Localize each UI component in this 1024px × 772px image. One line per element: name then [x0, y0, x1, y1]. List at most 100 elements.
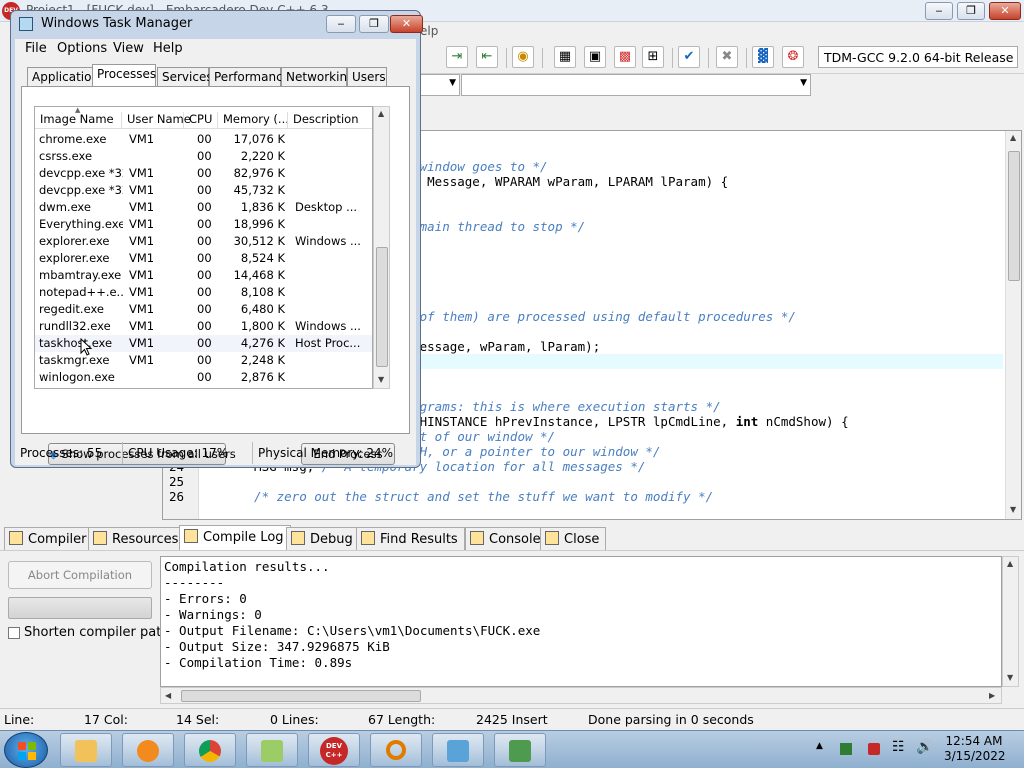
menu-view[interactable]: View — [113, 41, 144, 56]
process-row[interactable]: csrss.exe 00 2,220 K — [35, 148, 372, 165]
taskbar-media-player[interactable] — [122, 733, 174, 767]
abort-compilation-button[interactable]: Abort Compilation — [8, 561, 152, 589]
tab-performance[interactable]: Performance — [209, 67, 290, 87]
process-name: csrss.exe — [39, 149, 93, 163]
debug-bug-icon[interactable]: ❂ — [782, 46, 804, 68]
process-row[interactable]: rundll32.exe VM1 00 1,800 K Windows ... — [35, 318, 372, 335]
maximize-button[interactable]: ❐ — [957, 2, 985, 20]
close-button[interactable]: ✕ — [390, 15, 423, 33]
palette-icon[interactable]: ▩ — [614, 46, 636, 68]
menu-options[interactable]: Options — [57, 41, 107, 56]
grid-icon[interactable]: ⊞ — [642, 46, 664, 68]
search-icon — [386, 740, 406, 760]
column-user-name[interactable]: User Name — [121, 112, 191, 128]
scrollbar-thumb[interactable] — [1008, 151, 1020, 281]
code-line[interactable]: 26 /* zero out the struct and set the st… — [163, 489, 1003, 504]
maximize-button[interactable]: ❐ — [359, 15, 389, 33]
taskbar-task-manager[interactable] — [494, 733, 546, 767]
taskbar-explorer[interactable] — [60, 733, 112, 767]
tile-windows-icon[interactable]: ▦ — [554, 46, 576, 68]
process-list-scrollbar[interactable]: ▲ ▼ — [373, 106, 390, 389]
process-row[interactable]: dwm.exe VM1 00 1,836 K Desktop ... — [35, 199, 372, 216]
status-physical-memory: Physical Memory: 24% — [258, 446, 394, 460]
column-cpu[interactable]: CPU — [183, 112, 212, 128]
process-row[interactable]: regedit.exe VM1 00 6,480 K — [35, 301, 372, 318]
tab-applications[interactable]: Applications — [27, 67, 105, 87]
process-row[interactable]: mbamtray.exe VM1 00 14,468 K — [35, 267, 372, 284]
compiler-select[interactable]: TDM-GCC 9.2.0 64-bit Release — [818, 46, 1018, 68]
tab-close[interactable]: Close — [540, 527, 607, 550]
chart-icon[interactable]: ▓ — [752, 46, 774, 68]
process-row[interactable]: chrome.exe VM1 00 17,076 K — [35, 131, 372, 148]
scrollbar-thumb[interactable] — [376, 247, 388, 367]
scroll-up-icon[interactable]: ▲ — [378, 109, 384, 118]
process-row[interactable]: devcpp.exe *32 VM1 00 45,732 K — [35, 182, 372, 199]
shorten-paths-checkbox[interactable] — [8, 627, 20, 639]
process-row[interactable]: winlogon.exe 00 2,876 K — [35, 369, 372, 386]
tray-network-icon[interactable] — [868, 743, 880, 755]
tab-resources[interactable]: Resources — [88, 527, 186, 550]
taskbar-notepadpp[interactable] — [246, 733, 298, 767]
indent-icon[interactable]: ⇥ — [446, 46, 468, 68]
tab-console[interactable]: Console — [465, 527, 548, 550]
log-vertical-scrollbar[interactable]: ▲ ▼ — [1002, 556, 1019, 687]
process-cpu: 00 — [197, 268, 212, 282]
column-description[interactable]: Description — [287, 112, 359, 128]
menu-help[interactable]: Help — [153, 41, 183, 56]
scroll-left-icon[interactable]: ◀ — [165, 691, 171, 700]
scroll-down-icon[interactable]: ▼ — [1010, 505, 1016, 514]
tab-processes[interactable]: Processes — [92, 64, 156, 88]
clock[interactable]: 12:54 AM 3/15/2022 — [944, 734, 1006, 764]
column-memory[interactable]: Memory (... — [217, 112, 289, 128]
check-icon[interactable]: ✔ — [678, 46, 700, 68]
task-manager-titlebar[interactable]: Windows Task Manager ‒ ❐ ✕ — [11, 11, 423, 37]
stop-icon[interactable]: ✖ — [716, 46, 738, 68]
process-row[interactable]: explorer.exe VM1 00 8,524 K — [35, 250, 372, 267]
member-combo[interactable]: ▼ — [461, 74, 811, 96]
editor-vertical-scrollbar[interactable]: ▲ ▼ — [1005, 131, 1021, 519]
minimize-button[interactable]: ‒ — [326, 15, 356, 33]
process-name: winlogon.exe — [39, 370, 115, 384]
column-image-name[interactable]: Image Name — [35, 112, 114, 128]
process-row[interactable]: explorer.exe VM1 00 30,512 K Windows ... — [35, 233, 372, 250]
log-line: -------- — [164, 575, 225, 590]
process-cpu: 00 — [197, 132, 212, 146]
scroll-down-icon[interactable]: ▼ — [378, 375, 384, 384]
scroll-up-icon[interactable]: ▲ — [1010, 133, 1016, 142]
code-line[interactable]: 25 — [163, 474, 1003, 489]
menu-file[interactable]: File — [25, 41, 47, 56]
taskbar-registry-editor[interactable] — [432, 733, 484, 767]
tab-services[interactable]: Services — [157, 67, 213, 87]
show-hidden-icons-icon[interactable]: ▲ — [816, 741, 823, 751]
task-manager-icon — [509, 740, 531, 762]
scrollbar-thumb[interactable] — [181, 690, 421, 702]
network-icon[interactable]: ☷ — [892, 739, 905, 755]
scroll-down-icon[interactable]: ▼ — [1007, 673, 1013, 682]
class-combo[interactable]: ▼ — [420, 74, 460, 96]
taskbar-devcpp[interactable]: DEV C++ — [308, 733, 360, 767]
window-layout-icon[interactable]: ▣ — [584, 46, 606, 68]
scroll-up-icon[interactable]: ▲ — [1007, 559, 1013, 568]
process-user: VM1 — [129, 302, 155, 316]
tab-networking[interactable]: Networking — [281, 67, 355, 87]
start-button[interactable] — [4, 732, 48, 768]
log-horizontal-scrollbar[interactable]: ◀ ▶ — [160, 687, 1002, 704]
tab-compile-log[interactable]: Compile Log — [179, 525, 291, 551]
process-row[interactable]: Everything.exe VM1 00 18,996 K — [35, 216, 372, 233]
minimize-button[interactable]: ‒ — [925, 2, 953, 20]
process-row[interactable]: notepad++.e... VM1 00 8,108 K — [35, 284, 372, 301]
volume-icon[interactable]: 🔊 — [916, 739, 933, 755]
tab-debug[interactable]: Debug — [286, 527, 360, 550]
taskbar-search-everything[interactable] — [370, 733, 422, 767]
toggle-comment-icon[interactable]: ◉ — [512, 46, 534, 68]
close-button[interactable]: ✕ — [989, 2, 1021, 20]
process-row[interactable]: devcpp.exe *32 VM1 00 82,976 K — [35, 165, 372, 182]
tab-users[interactable]: Users — [347, 67, 387, 87]
taskbar-chrome[interactable] — [184, 733, 236, 767]
tray-security-icon[interactable] — [840, 743, 852, 755]
compile-log-text[interactable]: Compilation results... -------- - Errors: … — [160, 556, 1002, 687]
scroll-right-icon[interactable]: ▶ — [989, 691, 995, 700]
unindent-icon[interactable]: ⇤ — [476, 46, 498, 68]
tab-compiler[interactable]: Compiler — [4, 527, 94, 550]
tab-find-results[interactable]: Find Results — [356, 527, 465, 550]
